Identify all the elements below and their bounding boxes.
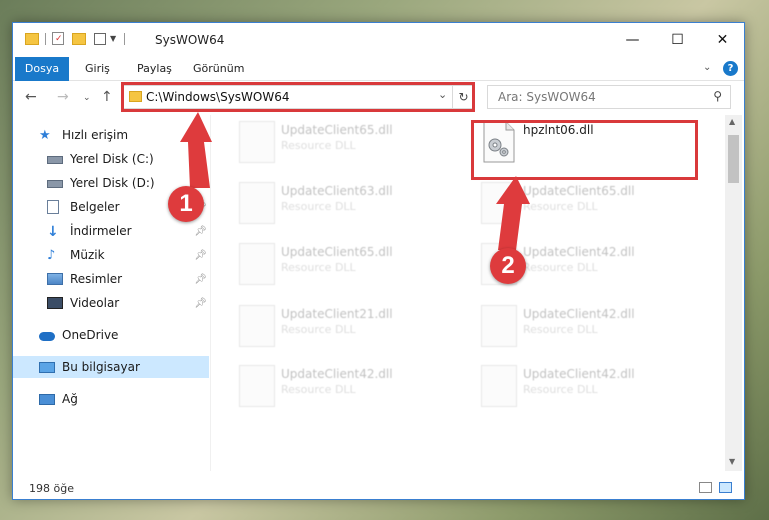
annotation-arrows [180,112,530,250]
step-2-badge: 2 [490,248,526,284]
arrow-1-icon [180,112,212,188]
arrow-2-icon [496,176,530,250]
step-1-badge: 1 [168,186,204,222]
